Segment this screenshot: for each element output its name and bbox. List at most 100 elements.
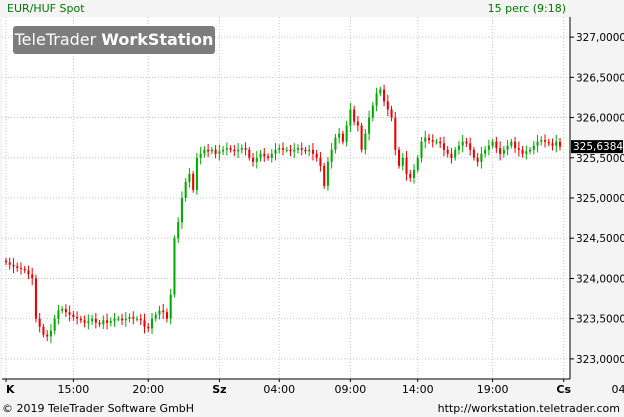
candle-body: [510, 141, 513, 146]
candle-body: [338, 133, 341, 138]
candle-body: [255, 157, 258, 162]
candle-body: [405, 157, 408, 174]
candle-body: [540, 140, 543, 142]
candle-body: [495, 141, 498, 149]
candle-body: [472, 149, 475, 158]
candle-body: [285, 149, 288, 151]
candle-body: [87, 321, 90, 323]
candle-body: [102, 320, 105, 325]
candle-body: [184, 181, 187, 198]
candle-body: [420, 141, 423, 158]
candle-body: [169, 294, 172, 319]
candle-body: [401, 157, 404, 166]
candle-body: [476, 157, 479, 162]
candle-body: [8, 262, 11, 265]
candle-body: [529, 149, 532, 152]
candle-body: [34, 278, 37, 319]
candle-body: [248, 149, 251, 158]
candle-body: [334, 137, 337, 150]
candle-body: [214, 149, 217, 154]
candle-body: [525, 151, 528, 154]
candle-body: [165, 312, 168, 319]
y-axis: 323,0000 323,5000 324,0000 324,5000 325,0000…: [570, 32, 624, 366]
candle-body: [341, 133, 344, 142]
candle-body: [94, 318, 97, 323]
candle-body: [293, 149, 296, 152]
candle-body: [46, 334, 49, 337]
candle-body: [233, 149, 236, 152]
website-link[interactable]: http://workstation.teletrader.com: [438, 402, 620, 415]
x-tick-label: 04:00: [612, 383, 624, 396]
candle-body: [117, 318, 120, 320]
candle-body: [308, 149, 311, 152]
candle-body: [450, 153, 453, 158]
candle-body: [263, 153, 266, 157]
candle-body: [158, 310, 161, 315]
candle-body: [311, 149, 314, 154]
instrument-title: EUR/HUF Spot: [7, 2, 85, 15]
y-tick-label: 325,0000: [576, 193, 624, 205]
y-tick-label: 326,0000: [576, 113, 624, 125]
candle-body: [555, 141, 558, 146]
candle-body: [536, 141, 539, 146]
brand-strong: WorkStation: [101, 30, 214, 49]
candle-body: [27, 270, 30, 275]
candle-body: [278, 148, 281, 150]
candle-body: [79, 318, 82, 321]
candle-body: [491, 141, 494, 146]
candle-body: [76, 317, 79, 319]
candle-body: [19, 267, 23, 269]
x-tick-label: 04:00: [263, 383, 295, 396]
candle-body: [532, 145, 535, 150]
candle-body: [506, 145, 509, 150]
candle-body: [409, 173, 412, 178]
candle-body: [356, 121, 359, 126]
x-tick-label: K: [6, 383, 15, 396]
candle-body: [315, 153, 318, 158]
candle-body: [543, 140, 547, 142]
candle-body: [416, 157, 419, 170]
candle-body: [379, 89, 382, 94]
candle-body: [207, 149, 210, 152]
candle-body: [424, 137, 427, 142]
candle-body: [150, 318, 154, 329]
candle-body: [390, 109, 393, 118]
teletrader-logo: TeleTrader WorkStation: [13, 26, 215, 54]
candle-body: [371, 105, 374, 118]
candle-body: [225, 148, 228, 150]
candle-body: [487, 145, 490, 150]
candle-body: [68, 312, 71, 315]
candle-body: [547, 141, 550, 144]
candle-body: [195, 157, 198, 190]
candle-body: [326, 161, 329, 186]
candle-body: [61, 309, 64, 311]
candle-body: [23, 268, 26, 271]
candle-body: [383, 89, 386, 102]
candle-body: [188, 173, 191, 182]
y-tick-label: 324,0000: [576, 273, 624, 285]
candle-body: [353, 109, 356, 122]
candle-body: [177, 222, 180, 239]
price-chart[interactable]: 323,0000 323,5000 324,0000 324,5000 325,0000…: [0, 0, 624, 417]
x-tick-label: 14:00: [402, 383, 434, 396]
candle-body: [106, 320, 109, 323]
candle-body: [435, 141, 438, 143]
candle-body: [412, 169, 416, 178]
candle-body: [345, 125, 348, 142]
candle-body: [4, 260, 8, 263]
candle-body: [121, 318, 124, 321]
candle-body: [180, 198, 183, 223]
candle-body: [259, 153, 262, 158]
candle-body: [349, 109, 352, 126]
candle-body: [551, 143, 554, 146]
candle-body: [270, 153, 273, 158]
copyright-text: © 2019 TeleTrader Software GmbH: [2, 402, 195, 415]
last-price-marker: 325,6384: [571, 140, 623, 154]
candle-body: [192, 173, 195, 190]
candle-body: [154, 314, 157, 319]
y-tick-label: 326,5000: [576, 72, 624, 84]
candle-body: [143, 320, 146, 327]
candle-body: [514, 141, 517, 149]
candle-body: [210, 149, 213, 152]
candle-body: [147, 326, 150, 329]
